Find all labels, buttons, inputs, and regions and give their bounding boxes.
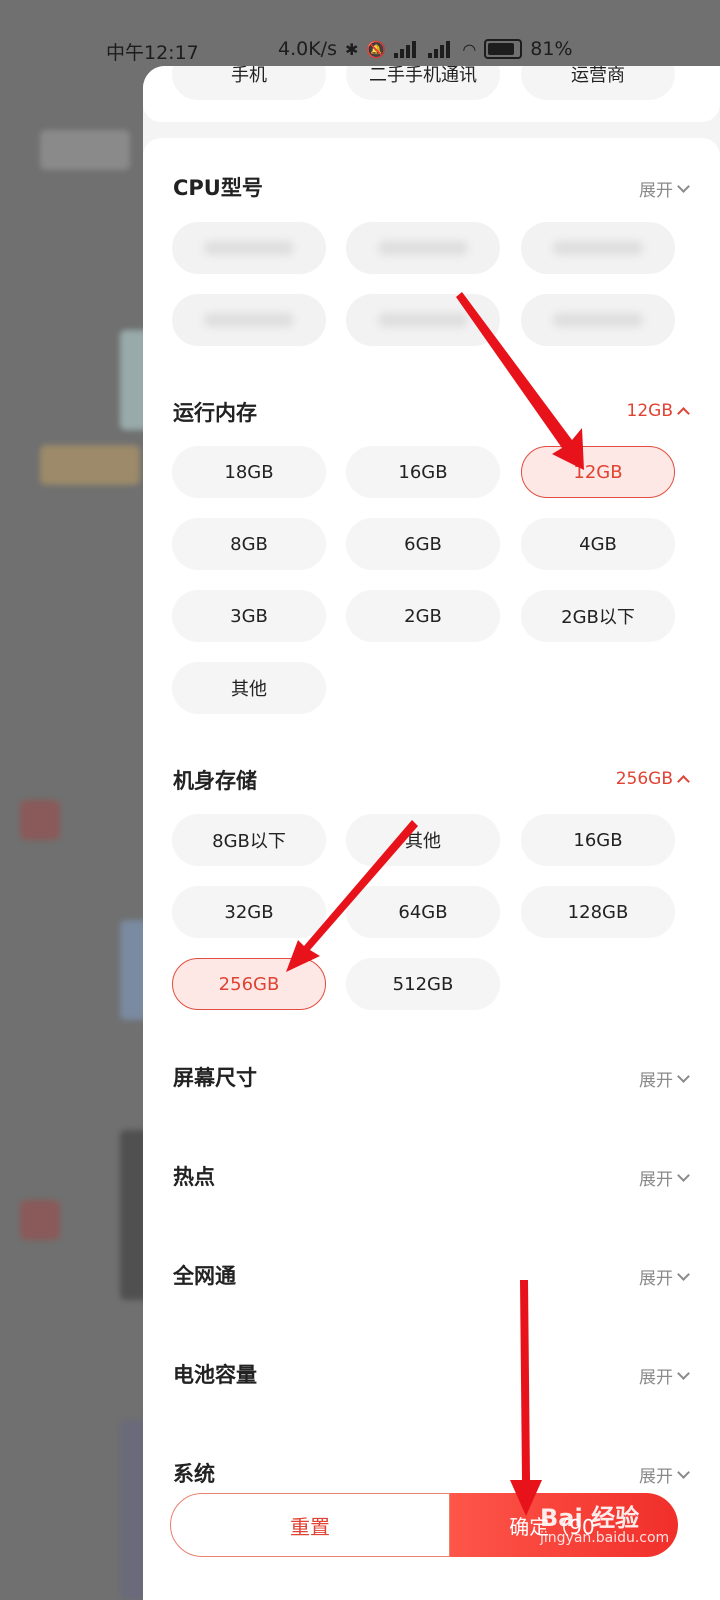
- signal-2-icon: [428, 40, 454, 58]
- cpu-chip[interactable]: [346, 294, 500, 346]
- status-time: 中午12:17: [106, 42, 199, 64]
- storage-chip[interactable]: 其他: [346, 814, 500, 866]
- storage-chip[interactable]: 8GB以下: [172, 814, 326, 866]
- chip-category[interactable]: 二手手机通讯: [346, 66, 500, 100]
- full-netcom-section-title: 全网通: [173, 1264, 236, 1288]
- wifi-icon: ◠: [462, 39, 477, 59]
- screen-size-section-title: 屏幕尺寸: [173, 1066, 257, 1090]
- signal-1-icon: [394, 40, 420, 58]
- hotspot-expand-toggle[interactable]: 展开: [639, 1165, 690, 1190]
- screen-size-expand-toggle[interactable]: 展开: [639, 1066, 690, 1091]
- reset-button[interactable]: 重置: [170, 1493, 450, 1557]
- watermark-logo: Bai 经验: [540, 1504, 640, 1532]
- ram-chip[interactable]: 8GB: [172, 518, 326, 570]
- chip-category[interactable]: 手机: [172, 66, 326, 100]
- status-bar: 中午12:17 4.0K/s ✱ 🔕 ◠ 81%: [0, 34, 720, 68]
- mute-icon: 🔕: [366, 39, 387, 59]
- bg-block: [20, 800, 60, 840]
- cpu-expand-toggle[interactable]: 展开: [639, 176, 690, 201]
- cpu-chip[interactable]: [172, 294, 326, 346]
- storage-chip[interactable]: 32GB: [172, 886, 326, 938]
- full-netcom-expand-toggle[interactable]: 展开: [639, 1264, 690, 1289]
- ram-chip[interactable]: 4GB: [521, 518, 675, 570]
- storage-collapse-toggle[interactable]: 256GB: [616, 769, 690, 789]
- bluetooth-icon: ✱: [344, 39, 359, 59]
- system-expand-toggle[interactable]: 展开: [639, 1462, 690, 1487]
- status-icons: 4.0K/s ✱ 🔕 ◠ 81%: [278, 38, 573, 60]
- ram-section-title: 运行内存: [173, 401, 257, 425]
- bg-block: [40, 130, 130, 170]
- ram-chip[interactable]: 2GB: [346, 590, 500, 642]
- battery-expand-toggle[interactable]: 展开: [639, 1363, 690, 1388]
- chevron-down-icon: [677, 179, 690, 193]
- cpu-chip[interactable]: [346, 222, 500, 274]
- bg-block: [40, 445, 140, 485]
- chip-category[interactable]: 运营商: [521, 66, 675, 100]
- chevron-down-icon: [677, 1168, 690, 1182]
- watermark-url: jingyan.baidu.com: [540, 1530, 670, 1546]
- ram-collapse-toggle[interactable]: 12GB: [627, 401, 690, 421]
- ram-chip[interactable]: 16GB: [346, 446, 500, 498]
- storage-chip[interactable]: 16GB: [521, 814, 675, 866]
- network-speed: 4.0K/s: [278, 38, 337, 60]
- storage-section-title: 机身存储: [173, 769, 257, 793]
- storage-chip[interactable]: 128GB: [521, 886, 675, 938]
- hotspot-section-title: 热点: [173, 1165, 215, 1189]
- battery-section-title: 电池容量: [173, 1363, 257, 1387]
- category-card: 手机 二手手机通讯 运营商: [143, 66, 720, 122]
- system-section-title: 系统: [173, 1462, 215, 1486]
- ram-chip[interactable]: 3GB: [172, 590, 326, 642]
- chevron-down-icon: [677, 1267, 690, 1281]
- battery-icon: [484, 39, 523, 59]
- bg-block: [20, 1200, 60, 1240]
- storage-chip[interactable]: 512GB: [346, 958, 500, 1010]
- storage-chip[interactable]: 64GB: [346, 886, 500, 938]
- cpu-chip[interactable]: [521, 294, 675, 346]
- ram-chip[interactable]: 18GB: [172, 446, 326, 498]
- ram-chip[interactable]: 2GB以下: [521, 590, 675, 642]
- chevron-down-icon: [677, 1069, 690, 1083]
- battery-percent: 81%: [530, 38, 573, 60]
- cpu-section-title: CPU型号: [173, 176, 263, 200]
- chevron-up-icon: [677, 775, 690, 788]
- ram-chip[interactable]: 其他: [172, 662, 326, 714]
- chevron-down-icon: [677, 1465, 690, 1479]
- filter-panel: 手机 二手手机通讯 运营商 CPU型号 展开 运行内存 12GB 18GB 16…: [143, 66, 720, 1600]
- ram-chip-selected[interactable]: 12GB: [521, 446, 675, 498]
- chevron-up-icon: [677, 407, 690, 420]
- filter-card: CPU型号 展开 运行内存 12GB 18GB 16GB 12GB 8GB 6G…: [143, 138, 720, 1600]
- ram-chip[interactable]: 6GB: [346, 518, 500, 570]
- cpu-chip[interactable]: [172, 222, 326, 274]
- chevron-down-icon: [677, 1366, 690, 1380]
- cpu-chip[interactable]: [521, 222, 675, 274]
- storage-chip-selected[interactable]: 256GB: [172, 958, 326, 1010]
